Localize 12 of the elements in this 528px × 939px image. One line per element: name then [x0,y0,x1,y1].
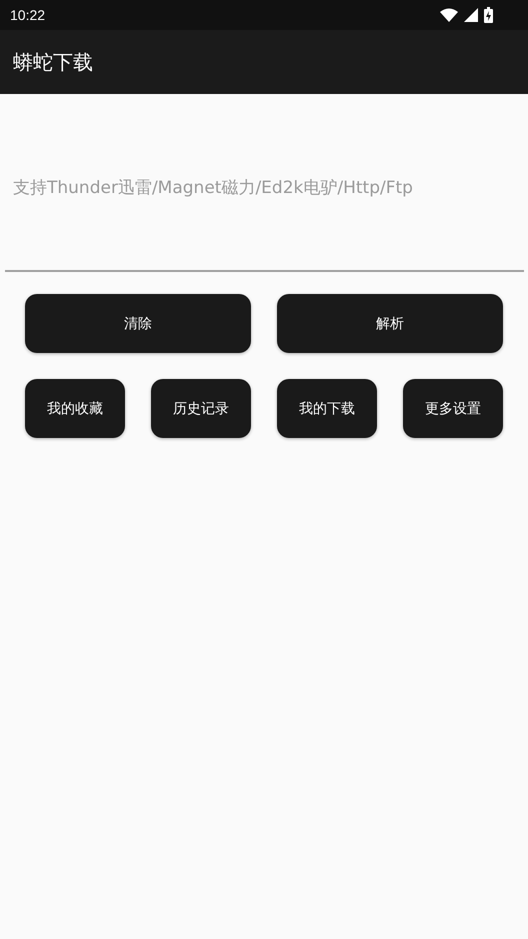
menu-button[interactable]: 我的下载 [277,379,377,438]
wifi-icon [440,8,458,22]
signal-icon [464,8,478,22]
app-title: 蟒蛇下载 [13,48,93,76]
action-button[interactable]: 清除 [25,294,251,353]
link-input-field[interactable]: 支持Thunder迅雷/Magnet磁力/Ed2k电驴/Http/Ftp [5,96,524,272]
action-button[interactable]: 解析 [277,294,503,353]
battery-icon [484,7,493,23]
menu-button[interactable]: 我的收藏 [25,379,125,438]
menu-button[interactable]: 历史记录 [151,379,251,438]
menu-button[interactable]: 更多设置 [403,379,503,438]
clock-time: 10:22 [10,7,46,23]
